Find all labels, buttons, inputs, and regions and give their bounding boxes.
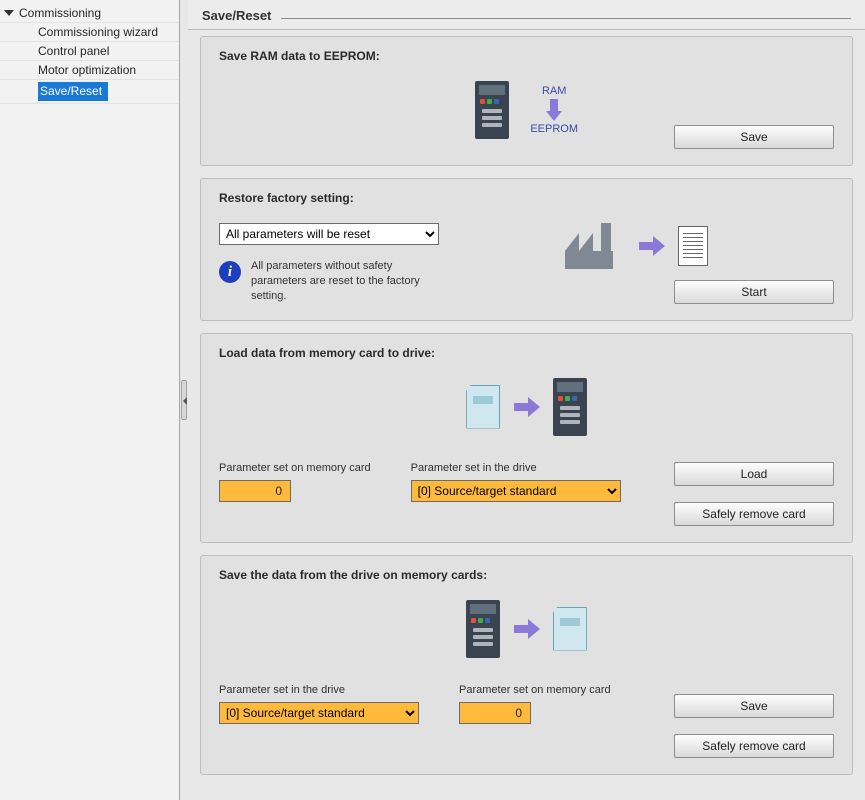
document-icon <box>678 226 708 266</box>
safely-remove-button[interactable]: Safely remove card <box>674 502 834 526</box>
panel-heading: Save RAM data to EEPROM: <box>219 49 834 63</box>
safely-remove-button[interactable]: Safely remove card <box>674 734 834 758</box>
eeprom-label: EEPROM <box>530 123 578 135</box>
panel-save-ram: Save RAM data to EEPROM: RAM EEPROM Save <box>200 36 853 166</box>
load-button[interactable]: Load <box>674 462 834 486</box>
param-drive-label: Parameter set in the drive <box>411 462 621 474</box>
param-card-value: 0 <box>459 702 531 724</box>
param-drive-select[interactable]: [0] Source/target standard <box>411 480 621 502</box>
tree-parent-label: Commissioning <box>19 6 101 20</box>
arrow-right-icon <box>639 236 665 256</box>
tree-item-motor-optimization[interactable]: Motor optimization <box>0 61 179 80</box>
arrow-right-icon <box>514 619 540 639</box>
sidebar-tree: Commissioning Commissioning wizard Contr… <box>0 0 180 800</box>
tree-item-commissioning-wizard[interactable]: Commissioning wizard <box>0 23 179 42</box>
ram-label: RAM <box>530 85 578 97</box>
splitter-handle-icon <box>181 380 187 420</box>
restore-select[interactable]: All parameters will be reset <box>219 223 439 245</box>
splitter[interactable] <box>180 0 188 800</box>
panel-restore-factory: Restore factory setting: All parameters … <box>200 178 853 321</box>
panel-heading: Restore factory setting: <box>219 191 834 205</box>
memory-card-icon <box>466 385 500 429</box>
panel-save-card: Save the data from the drive on memory c… <box>200 555 853 775</box>
panel-load-card: Load data from memory card to drive: Par… <box>200 333 853 543</box>
info-icon: i <box>219 261 241 283</box>
factory-icon <box>565 223 625 269</box>
panel-heading: Load data from memory card to drive: <box>219 346 834 360</box>
save-card-button[interactable]: Save <box>674 694 834 718</box>
tree-item-save-reset[interactable]: Save/Reset <box>38 82 108 101</box>
collapse-arrow-icon <box>4 10 14 16</box>
param-card-label: Parameter set on memory card <box>459 684 611 696</box>
drive-icon <box>466 600 500 658</box>
drive-icon <box>553 378 587 436</box>
param-card-value: 0 <box>219 480 291 502</box>
arrow-right-icon <box>514 397 540 417</box>
memory-card-icon <box>553 607 587 651</box>
param-card-label: Parameter set on memory card <box>219 462 371 474</box>
panel-heading: Save the data from the drive on memory c… <box>219 568 834 582</box>
header-rule <box>281 18 851 19</box>
arrow-down-icon <box>547 99 561 121</box>
save-ram-button[interactable]: Save <box>674 125 834 149</box>
drive-icon <box>475 81 509 139</box>
param-drive-select[interactable]: [0] Source/target standard <box>219 702 419 724</box>
restore-note: All parameters without safety parameters… <box>251 259 439 304</box>
tree-parent-commissioning[interactable]: Commissioning <box>0 4 179 23</box>
page-title: Save/Reset <box>202 8 281 23</box>
main-header: Save/Reset <box>188 0 865 30</box>
param-drive-label: Parameter set in the drive <box>219 684 419 696</box>
restore-start-button[interactable]: Start <box>674 280 834 304</box>
tree-item-control-panel[interactable]: Control panel <box>0 42 179 61</box>
